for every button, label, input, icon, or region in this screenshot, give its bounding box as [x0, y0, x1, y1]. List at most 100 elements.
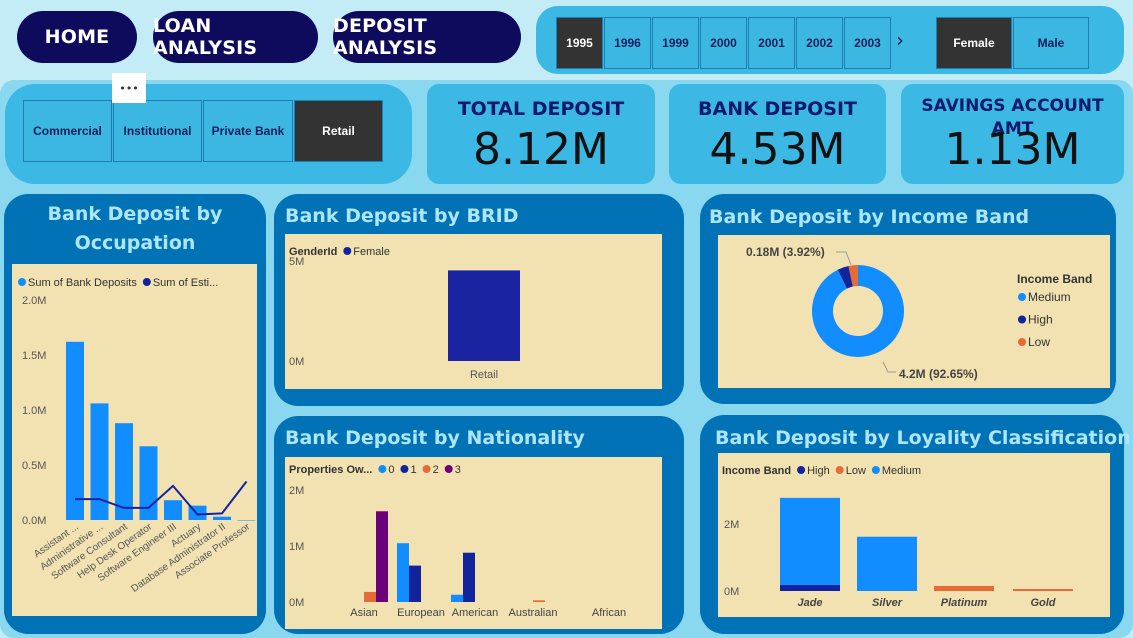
legend-label: Medium: [1028, 290, 1071, 304]
bar: [364, 591, 376, 602]
nationality-plot: Properties Ow... 0 1 2 3 0M 1M 2M Asian European A…: [285, 457, 662, 629]
kpi-value: 4.53M: [709, 124, 846, 175]
bar: [237, 520, 256, 521]
brid-plot: GenderId Female 0M 5M Retail: [285, 234, 662, 389]
legend-marker: [871, 466, 880, 474]
y-tick-label: 0M: [724, 586, 739, 598]
y-tick-label: 0M: [289, 597, 304, 609]
x-tick-label: Australian: [509, 607, 558, 619]
occupation-plot: Sum of Bank Deposits Sum of Esti... 0.0M 0.…: [12, 264, 257, 616]
kpi-title: TOTAL DEPOSIT: [457, 98, 625, 120]
year-option[interactable]: 2003: [844, 17, 891, 69]
loan-analysis-button[interactable]: LOAN ANALYSIS: [153, 11, 318, 63]
legend-label: 1: [410, 464, 416, 476]
y-tick-label: 2.0M: [22, 295, 46, 307]
bar: [66, 341, 84, 520]
more-options-icon[interactable]: •••: [112, 73, 146, 103]
segment-option[interactable]: Commercial: [23, 100, 112, 162]
kpi-bank-deposit: BANK DEPOSIT 4.53M: [669, 84, 886, 184]
chevron-right-icon[interactable]: ›: [896, 28, 904, 52]
donut-slice: [812, 265, 904, 357]
legend-label: Low: [846, 465, 866, 477]
kpi-value: 8.12M: [473, 124, 609, 175]
bar: [1013, 589, 1073, 591]
bar: [780, 584, 840, 591]
y-tick-label: 2M: [724, 519, 739, 531]
leader-line: [882, 361, 896, 373]
leader-line: [836, 251, 852, 266]
bar: [397, 543, 409, 602]
legend-marker: [18, 278, 26, 286]
bar: [376, 511, 388, 602]
legend-marker: [1018, 315, 1026, 324]
year-option[interactable]: 1999: [652, 17, 699, 69]
y-tick-label: 1.5M: [22, 350, 46, 362]
legend-label: 2: [433, 464, 439, 476]
legend-label: Sum of Esti...: [153, 277, 218, 289]
legend-label: High: [1028, 313, 1053, 327]
chart-title: Bank Deposit by Occupation: [47, 203, 223, 254]
x-tick-label: Asian: [350, 607, 378, 619]
y-tick-label: 0.0M: [22, 515, 46, 527]
legend-title: Properties Ow...: [289, 464, 372, 476]
data-label: 4.2M (92.65%): [899, 367, 978, 381]
legend-marker: [378, 465, 387, 473]
year-option[interactable]: 2000: [700, 17, 747, 69]
bar: [409, 565, 421, 602]
chart-title: Bank Deposit by BRID: [285, 205, 519, 227]
gender-option-male[interactable]: Male: [1013, 17, 1089, 69]
legend-title: Income Band: [1017, 272, 1092, 286]
legend-label: Female: [353, 246, 390, 258]
kpi-title: BANK DEPOSIT: [698, 98, 857, 120]
x-tick-label: Gold: [1030, 597, 1055, 609]
segment-option[interactable]: Institutional: [113, 100, 202, 162]
legend-label: 3: [455, 464, 461, 476]
year-option[interactable]: 1996: [604, 17, 651, 69]
legend-label: Medium: [882, 465, 921, 477]
x-tick-label: European: [397, 607, 445, 619]
legend-marker: [1018, 293, 1026, 301]
y-tick-label: 1.0M: [22, 405, 46, 417]
bar: [90, 403, 109, 520]
segment-option[interactable]: Private Bank: [203, 100, 293, 162]
kpi-value: 1.13M: [944, 124, 1081, 175]
x-tick-label: American: [452, 607, 498, 619]
x-tick-label: Jade: [797, 597, 822, 609]
chart-title: Bank Deposit by Income Band: [709, 206, 1030, 228]
bar: [533, 600, 545, 602]
kpi-savings-account: SAVINGS ACCOUNT AMT 1.13M: [901, 84, 1124, 184]
y-tick-label: 5M: [289, 256, 304, 268]
home-button[interactable]: HOME: [17, 11, 137, 63]
segment-option[interactable]: Retail: [294, 100, 383, 162]
bar: [780, 497, 840, 585]
bar: [463, 552, 475, 602]
gender-option-female[interactable]: Female: [936, 17, 1012, 69]
y-tick-label: 0M: [289, 356, 304, 368]
loyalty-plot: Income Band High Low Medium 0M 2M Jade Silver Pl…: [718, 453, 1110, 617]
bar: [139, 446, 158, 520]
chart-title: Bank Deposit by Nationality: [285, 427, 585, 449]
bar: [448, 270, 520, 361]
y-tick-label: 1M: [289, 541, 304, 553]
bar: [164, 500, 182, 520]
legend-marker: [797, 466, 806, 474]
income-plot: 0.18M (3.92%) 4.2M (92.65%) Income Band Med…: [718, 235, 1110, 388]
kpi-total-deposit: TOTAL DEPOSIT 8.12M: [427, 84, 655, 184]
legend-marker: [444, 465, 453, 473]
year-option[interactable]: 2002: [796, 17, 843, 69]
year-option[interactable]: 2001: [748, 17, 795, 69]
year-gender-slicer: 1995 1996 1999 2000 2001 2002 2003 › Fem…: [536, 6, 1124, 74]
x-tick-label: African: [592, 607, 626, 619]
y-tick-label: 2M: [289, 485, 304, 497]
legend-label: Sum of Bank Deposits: [28, 277, 137, 289]
legend-marker: [142, 278, 151, 286]
year-option[interactable]: 1995: [556, 17, 603, 69]
legend-label: 0: [388, 464, 394, 476]
y-tick-label: 0.5M: [22, 460, 46, 472]
bar: [213, 516, 231, 520]
deposit-analysis-button[interactable]: DEPOSIT ANALYSIS: [333, 11, 521, 63]
bar: [451, 594, 463, 602]
x-tick-label: Retail: [470, 369, 498, 381]
x-tick-label: Platinum: [941, 597, 988, 609]
legend-marker: [1018, 338, 1026, 346]
